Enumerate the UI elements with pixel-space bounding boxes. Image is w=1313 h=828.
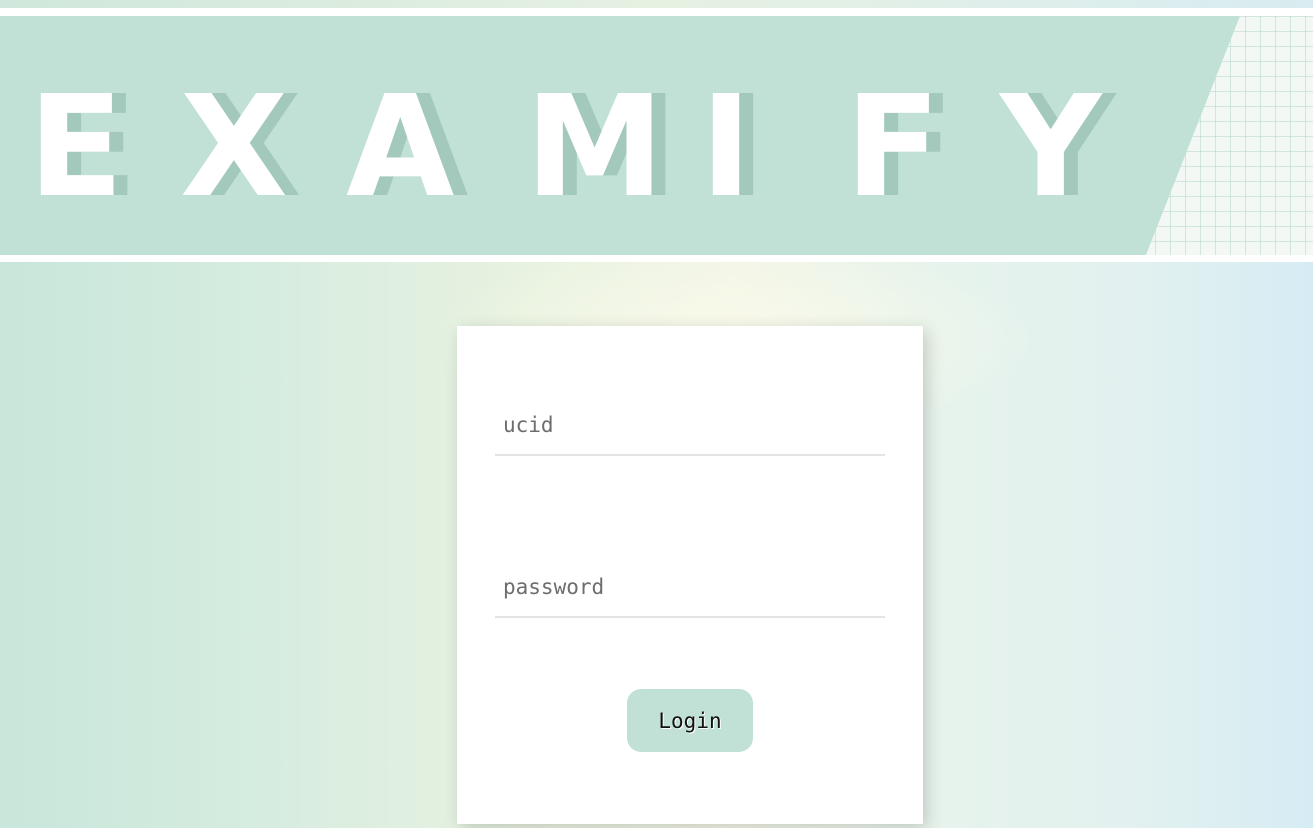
logo-letter: F xyxy=(845,66,941,229)
banner-divider xyxy=(0,255,1313,262)
examify-banner: E X A M I F Y xyxy=(0,16,1313,255)
login-card: Login xyxy=(457,326,923,824)
login-button[interactable]: Login xyxy=(627,689,753,752)
top-strip xyxy=(0,0,1313,8)
ucid-input[interactable] xyxy=(495,396,885,456)
password-input[interactable] xyxy=(495,558,885,618)
top-divider xyxy=(0,8,1313,16)
logo-letter: E xyxy=(28,66,124,229)
logo-letter: M xyxy=(525,66,665,229)
logo-letter: A xyxy=(346,66,455,229)
logo-letter: X xyxy=(180,66,288,229)
examify-logo: E X A M I F Y xyxy=(0,16,1180,255)
logo-letter: I xyxy=(700,66,753,229)
logo-letter: Y xyxy=(1000,66,1102,229)
